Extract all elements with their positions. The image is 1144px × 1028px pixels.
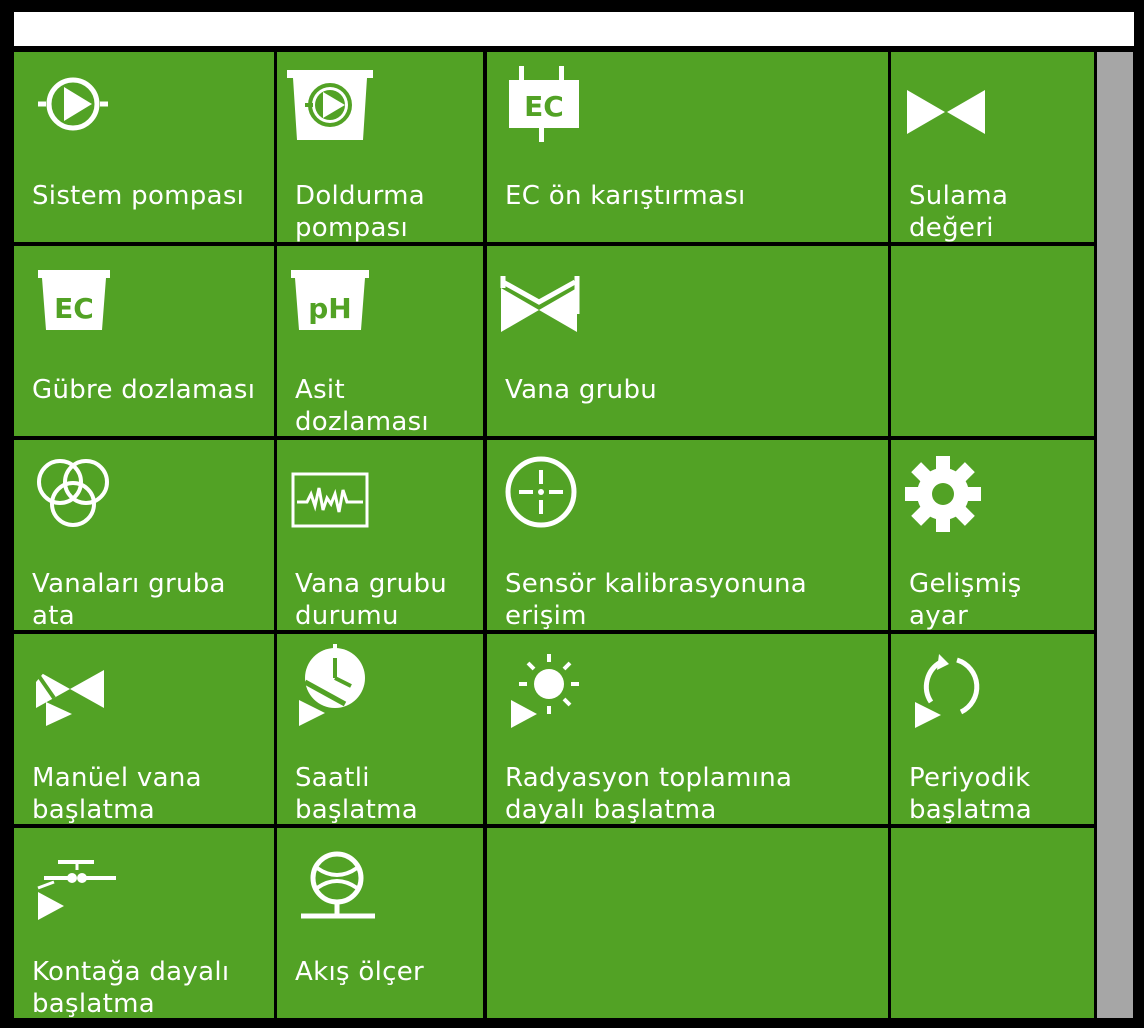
menu-grid: Sistem pompası Doldurma pompası EC EC ön…	[0, 0, 1144, 1028]
tile-label: Sensör kalibrasyonuna erişim	[505, 569, 807, 631]
contact-start-icon	[24, 836, 124, 926]
svg-text:pH: pH	[308, 292, 351, 325]
valve-group-icon	[497, 254, 597, 344]
filling-pump-icon	[287, 60, 387, 150]
tile-periodic-start[interactable]: Periyodik başlatma	[891, 634, 1094, 825]
tile-filling-pump[interactable]: Doldurma pompası	[277, 52, 483, 243]
tile-label: Asit dozlaması	[295, 375, 429, 437]
valve-icon	[901, 60, 1001, 150]
tile-assign-valves[interactable]: Vanaları gruba ata	[14, 440, 274, 631]
tile-empty	[891, 828, 1094, 1018]
tile-label: EC ön karıştırması	[505, 181, 746, 211]
tile-flow-meter[interactable]: Akış ölçer	[277, 828, 483, 1018]
tile-sensor-calibration[interactable]: Sensör kalibrasyonuna erişim	[487, 440, 888, 631]
pump-icon	[24, 60, 124, 150]
ec-dosing-icon: EC	[24, 254, 124, 344]
tile-label: Periyodik başlatma	[909, 763, 1032, 825]
valve-group-status-icon	[287, 448, 387, 538]
tile-label: Kontağa dayalı başlatma	[32, 957, 230, 1019]
tile-label: Vana grubu durumu	[295, 569, 448, 631]
tile-label: Gelişmiş ayar	[909, 569, 1022, 631]
vertical-scrollbar[interactable]	[1097, 52, 1133, 1018]
tile-system-pump[interactable]: Sistem pompası	[14, 52, 274, 242]
flow-meter-icon	[287, 836, 387, 926]
timed-start-icon	[287, 642, 387, 732]
svg-text:EC: EC	[54, 292, 94, 325]
tile-fertilizer-dosing[interactable]: EC Gübre dozlaması	[14, 246, 274, 436]
radiation-start-icon	[497, 642, 597, 732]
periodic-start-icon	[901, 642, 1001, 732]
tile-irrigation-value[interactable]: Sulama değeri	[891, 52, 1094, 243]
tile-timed-start[interactable]: Saatli başlatma	[277, 634, 483, 825]
tile-advanced-settings[interactable]: Gelişmiş ayar	[891, 440, 1094, 631]
tile-label: Sistem pompası	[32, 181, 245, 211]
tile-empty	[487, 828, 888, 1018]
manual-valve-start-icon	[24, 642, 124, 732]
tile-label: Sulama değeri	[909, 181, 1009, 243]
tile-label: Manüel vana başlatma	[32, 763, 202, 825]
tile-acid-dosing[interactable]: pH Asit dozlaması	[277, 246, 483, 437]
tile-manual-valve-start[interactable]: Manüel vana başlatma	[14, 634, 274, 825]
sensor-calibration-icon	[497, 448, 597, 538]
tile-label: Saatli başlatma	[295, 763, 418, 825]
tile-label: Vana grubu	[505, 375, 658, 405]
tile-contact-start[interactable]: Kontağa dayalı başlatma	[14, 828, 274, 1019]
ph-dosing-icon: pH	[287, 254, 387, 344]
tile-label: Radyasyon toplamına dayalı başlatma	[505, 763, 793, 825]
tile-label: Vanaları gruba ata	[32, 569, 226, 631]
tile-ec-premix[interactable]: EC EC ön karıştırması	[487, 52, 888, 242]
tile-valve-group[interactable]: Vana grubu	[487, 246, 888, 436]
tile-radiation-start[interactable]: Radyasyon toplamına dayalı başlatma	[487, 634, 888, 825]
tile-valve-group-status[interactable]: Vana grubu durumu	[277, 440, 483, 631]
svg-text:EC: EC	[524, 90, 564, 123]
tile-label: Gübre dozlaması	[32, 375, 256, 405]
tile-label: Doldurma pompası	[295, 181, 426, 243]
ec-premix-icon: EC	[497, 60, 597, 150]
gear-icon	[901, 448, 1001, 538]
assign-valves-icon	[24, 448, 124, 538]
tile-empty	[891, 246, 1094, 436]
tile-label: Akış ölçer	[295, 957, 424, 987]
